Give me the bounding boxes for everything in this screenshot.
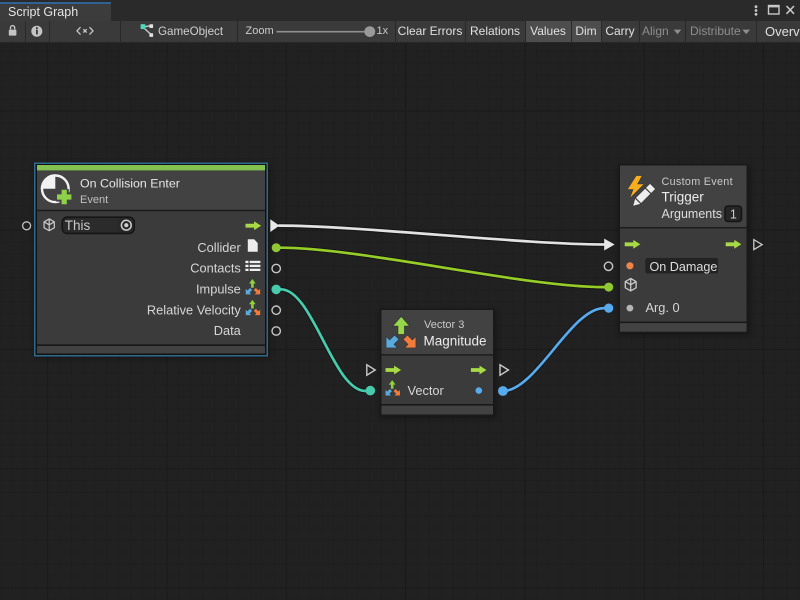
svg-text:Contacts: Contacts: [190, 261, 241, 276]
svg-text:Vector: Vector: [408, 383, 445, 398]
svg-text:Arguments: Arguments: [662, 207, 722, 221]
svg-text:Trigger: Trigger: [662, 190, 705, 205]
svg-text:On Damage: On Damage: [650, 260, 718, 274]
svg-text:Arg. 0: Arg. 0: [646, 300, 680, 315]
svg-text:Collider: Collider: [197, 240, 241, 255]
svg-text:1: 1: [730, 207, 737, 221]
svg-text:This: This: [65, 218, 91, 233]
svg-text:Custom Event: Custom Event: [662, 176, 733, 188]
svg-text:Data: Data: [214, 323, 242, 338]
svg-text:On Collision Enter: On Collision Enter: [80, 176, 180, 190]
svg-text:Magnitude: Magnitude: [424, 334, 487, 349]
svg-text:Event: Event: [80, 194, 108, 206]
svg-text:Impulse: Impulse: [196, 282, 241, 297]
svg-text:Vector 3: Vector 3: [424, 319, 464, 331]
svg-text:Relative Velocity: Relative Velocity: [147, 302, 241, 317]
